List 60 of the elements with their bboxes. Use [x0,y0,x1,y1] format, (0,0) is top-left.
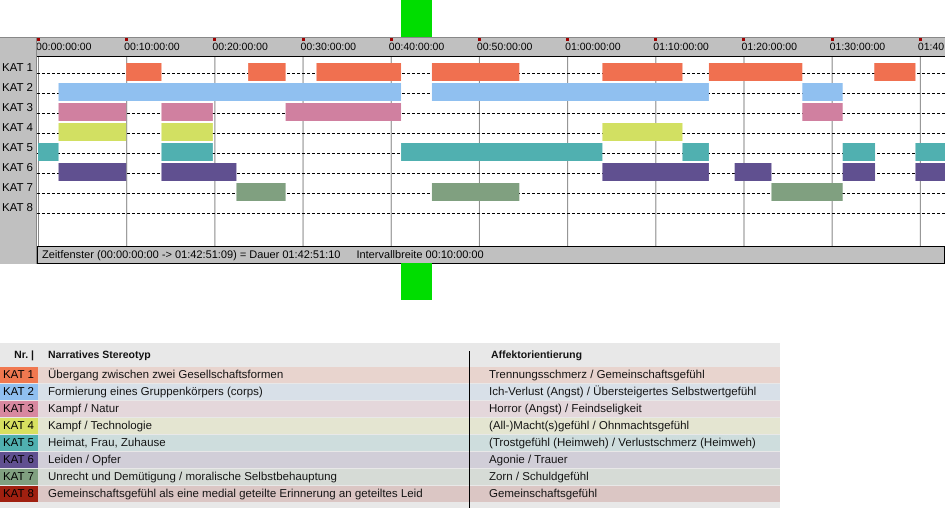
marker-bar [401,263,432,300]
column-header: Affektorientierung [490,349,584,361]
affect-text: Agonie / Trauer [488,454,569,466]
status-text: Intervallbreite 00:10:00:00 [356,249,484,261]
stereotype-text: Leiden / Opfer [47,454,122,466]
tick-label: 01:10:00:00 [653,41,709,53]
tick-mark [213,38,216,41]
stereotype-text: Heimat, Frau, Zuhause [47,437,167,449]
tick-label: 00:30:00:00 [300,41,356,53]
tick-label: 00:40:00:00 [388,41,444,53]
status-text: Zeitfenster (00:00:00:00 -> 01:42:51:09) = Dauer 01:42:51:10 [42,249,340,261]
tick-mark [830,38,834,41]
row-label: KAT 5 [1,141,34,156]
row-label: KAT 1 [1,61,34,76]
stereotype-text: Übergang zwischen zwei Gesellschaftsformen [47,369,284,381]
category-code: KAT 5 [0,435,38,451]
stereotype-text: Kampf / Technologie [47,420,153,432]
row-label: KAT 6 [1,161,34,176]
affect-text: (Trostgefühl (Heimweh) / Verlustschmerz (Heimweh) [488,437,757,449]
stereotype-text: Formierung eines Gruppenkörpers (corps) [47,386,264,398]
stereotype-text: Kampf / Natur [47,403,120,415]
category-code: KAT 1 [0,367,38,383]
affect-text: Gemeinschaftsgefühl [488,488,598,500]
row-label: KAT 7 [1,181,34,196]
category-code: KAT 8 [0,486,38,502]
category-code: KAT 7 [0,469,38,485]
tick-label: 01:20:00:00 [741,41,797,53]
row-label: KAT 2 [1,81,34,96]
marker-bar [401,0,432,37]
tick-label: 00:10:00:00 [124,41,180,53]
affect-text: (All-)Macht(s)gefühl / Ohnmachtsgefühl [488,420,690,432]
tick-mark [478,38,481,41]
tick-mark [302,38,305,41]
tick-mark [918,38,922,41]
category-code: KAT 2 [0,384,38,400]
column-header: Nr. | [13,349,35,361]
tick-label: 01:30:00:00 [830,41,886,53]
row-label: KAT 8 [1,201,34,216]
tick-mark [654,38,658,41]
tick-label: 00:20:00:00 [212,41,268,53]
affect-text: Trennungsschmerz / Gemeinschaftsgefühl [488,369,706,381]
category-code: KAT 3 [0,401,38,417]
stereotype-text: Unrecht und Demütigung / moralische Selbstbehauptung [47,471,338,483]
tick-label: 00:50:00:00 [476,41,532,53]
tick-mark [390,38,393,41]
tick-mark [37,38,40,41]
row-label: KAT 4 [1,121,34,136]
tick-mark [566,38,570,41]
tick-mark [125,38,128,41]
column-header: Narratives Stereotyp [47,349,152,361]
category-code: KAT 6 [0,452,38,468]
category-code: KAT 4 [0,418,38,434]
row-label: KAT 3 [1,101,34,116]
tick-label: 01:40 [918,41,944,53]
stereotype-text: Gemeinschaftsgefühl als eine medial geteilte Erinnerung an geteiltes Leid [47,488,424,500]
affect-text: Zorn / Schuldgefühl [488,471,590,483]
tick-mark [742,38,746,41]
tick-label: 01:00:00:00 [565,41,621,53]
affect-text: Ich-Verlust (Angst) / Übersteigertes Selbstwertgefühl [488,386,758,398]
affect-text: Horror (Angst) / Feindseligkeit [488,403,643,415]
